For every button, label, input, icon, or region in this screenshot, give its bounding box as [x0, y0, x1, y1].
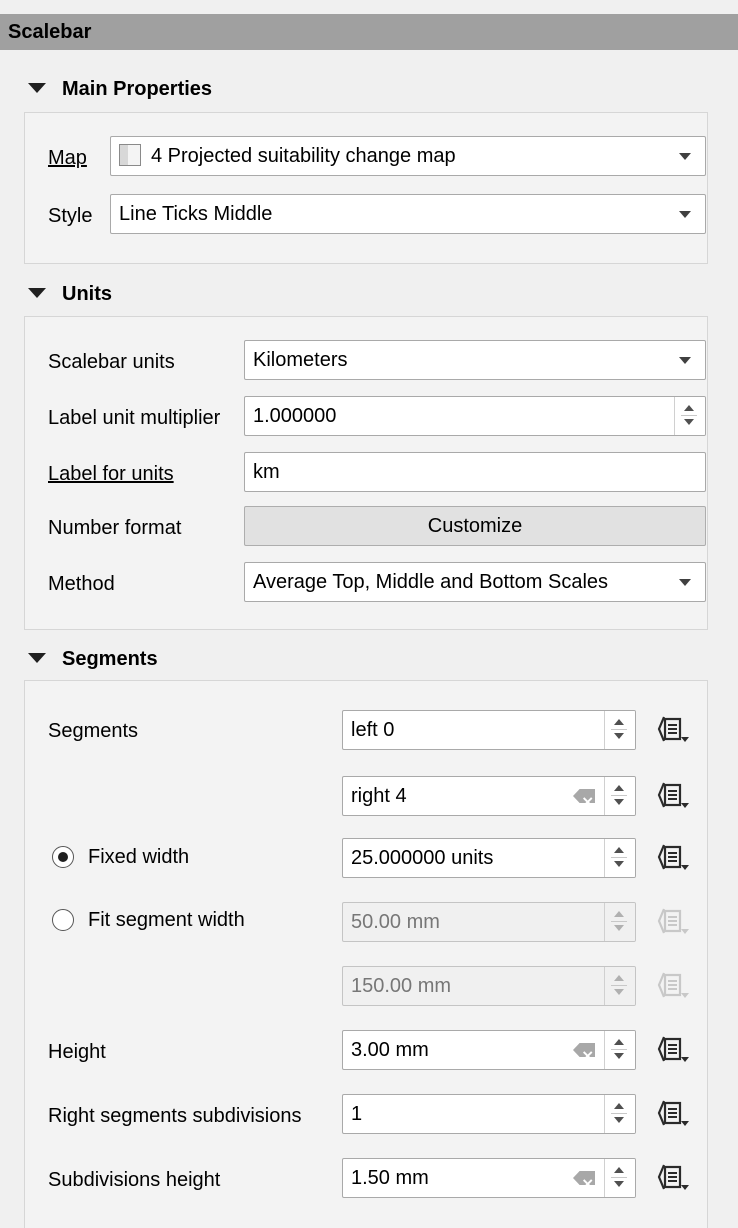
spin-down-icon [614, 733, 624, 739]
customize-button[interactable]: Customize [244, 506, 706, 546]
style-combo-value: Line Ticks Middle [119, 203, 273, 225]
segments-right-value: right 4 [351, 785, 407, 807]
spin-up-icon [614, 1167, 624, 1173]
spin-up-icon [614, 975, 624, 981]
data-defined-override-icon [657, 971, 690, 1000]
spin-up-icon [614, 1039, 624, 1045]
spin-down-icon [614, 925, 624, 931]
spin-down-icon [614, 861, 624, 867]
map-label: Map [48, 147, 87, 169]
panel-title: Scalebar [0, 14, 738, 50]
right-subdiv-value: 1 [351, 1103, 363, 1125]
height-label: Height [48, 1041, 106, 1063]
spin-arrows[interactable] [604, 839, 635, 877]
spin-up-icon [614, 847, 624, 853]
spin-arrows[interactable] [604, 1031, 635, 1069]
spin-arrows[interactable] [604, 1159, 635, 1197]
data-defined-override-icon[interactable] [656, 1162, 690, 1192]
right-subdivisions-spinbox[interactable]: 1 [342, 1094, 636, 1134]
spin-down-icon [614, 799, 624, 805]
spin-down-icon [684, 419, 694, 425]
spin-up-icon [614, 785, 624, 791]
data-defined-override-icon[interactable] [656, 1098, 690, 1128]
style-combobox[interactable]: Line Ticks Middle [110, 194, 706, 234]
clear-icon[interactable] [573, 1043, 595, 1057]
method-value: Average Top, Middle and Bottom Scales [253, 571, 609, 593]
data-defined-override-icon[interactable] [656, 714, 690, 744]
scalebar-units-combobox[interactable]: Kilometers [244, 340, 706, 380]
section-title: Units [62, 283, 112, 305]
spin-arrows[interactable] [604, 711, 635, 749]
subdiv-height-value: 1.50 mm [351, 1167, 429, 1189]
fixed-width-label[interactable]: Fixed width [88, 845, 189, 869]
method-combobox[interactable]: Average Top, Middle and Bottom Scales [244, 562, 706, 602]
main-properties-group [24, 112, 708, 264]
segments-left-spinbox[interactable]: left 0 [342, 710, 636, 750]
spin-up-icon [614, 1103, 624, 1109]
collapse-triangle-icon [28, 287, 46, 298]
spin-arrows [604, 903, 635, 941]
map-combobox[interactable]: 4 Projected suitability change map [110, 136, 706, 176]
style-label: Style [48, 205, 93, 227]
subdivisions-height-label: Subdivisions height [48, 1169, 221, 1191]
label-for-units-label: Label for units [48, 463, 174, 485]
section-header-segments[interactable]: Segments [28, 646, 158, 672]
label-for-units-value: km [253, 461, 280, 483]
fixed-width-value: 25.000000 units [351, 847, 494, 869]
spin-up-icon [614, 911, 624, 917]
section-title: Main Properties [62, 78, 213, 100]
fit-max-value: 150.00 mm [351, 975, 452, 997]
chevron-down-icon [679, 211, 691, 218]
method-label: Method [48, 573, 115, 595]
section-title: Segments [62, 648, 158, 670]
label-unit-multiplier-spinbox[interactable]: 1.000000 [244, 396, 706, 436]
clear-icon[interactable] [573, 1171, 595, 1185]
spin-down-icon [614, 1117, 624, 1123]
section-header-main-properties[interactable]: Main Properties [28, 76, 212, 102]
spin-down-icon [614, 1181, 624, 1187]
clear-icon[interactable] [573, 789, 595, 803]
height-value: 3.00 mm [351, 1039, 429, 1061]
fixed-width-radio[interactable] [52, 846, 74, 868]
map-layer-icon [119, 143, 141, 166]
spin-down-icon [614, 1053, 624, 1059]
scalebar-units-value: Kilometers [253, 349, 348, 371]
segments-right-spinbox[interactable]: right 4 [342, 776, 636, 816]
chevron-down-icon [679, 579, 691, 586]
data-defined-override-icon[interactable] [656, 842, 690, 872]
spin-arrows[interactable] [604, 1095, 635, 1133]
fit-segment-max-spinbox: 150.00 mm [342, 966, 636, 1006]
chevron-down-icon [679, 153, 691, 160]
label-unit-multiplier-label: Label unit multiplier [48, 407, 221, 429]
data-defined-override-icon[interactable] [656, 780, 690, 810]
fixed-width-spinbox[interactable]: 25.000000 units [342, 838, 636, 878]
segments-group [24, 680, 708, 1228]
label-for-units-input[interactable]: km [244, 452, 706, 492]
spin-arrows [604, 967, 635, 1005]
multiplier-value: 1.000000 [253, 405, 337, 427]
right-segments-subdivisions-label: Right segments subdivisions [48, 1105, 302, 1127]
spin-arrows[interactable] [674, 397, 705, 435]
spin-up-icon [614, 719, 624, 725]
fit-segment-width-radio[interactable] [52, 909, 74, 931]
scalebar-units-label: Scalebar units [48, 351, 175, 373]
fit-segment-min-spinbox: 50.00 mm [342, 902, 636, 942]
segments-left-value: left 0 [351, 719, 395, 741]
fit-min-value: 50.00 mm [351, 911, 440, 933]
spin-down-icon [614, 989, 624, 995]
collapse-triangle-icon [28, 652, 46, 663]
spin-arrows[interactable] [604, 777, 635, 815]
fit-segment-width-label[interactable]: Fit segment width [88, 908, 245, 932]
height-spinbox[interactable]: 3.00 mm [342, 1030, 636, 1070]
data-defined-override-icon [657, 907, 690, 936]
chevron-down-icon [679, 357, 691, 364]
spin-up-icon [684, 405, 694, 411]
number-format-label: Number format [48, 517, 182, 539]
segments-label: Segments [48, 720, 139, 742]
subdivisions-height-spinbox[interactable]: 1.50 mm [342, 1158, 636, 1198]
data-defined-override-icon[interactable] [656, 1034, 690, 1064]
section-header-units[interactable]: Units [28, 281, 112, 307]
map-combo-value: 4 Projected suitability change map [151, 145, 456, 167]
collapse-triangle-icon [28, 82, 46, 93]
